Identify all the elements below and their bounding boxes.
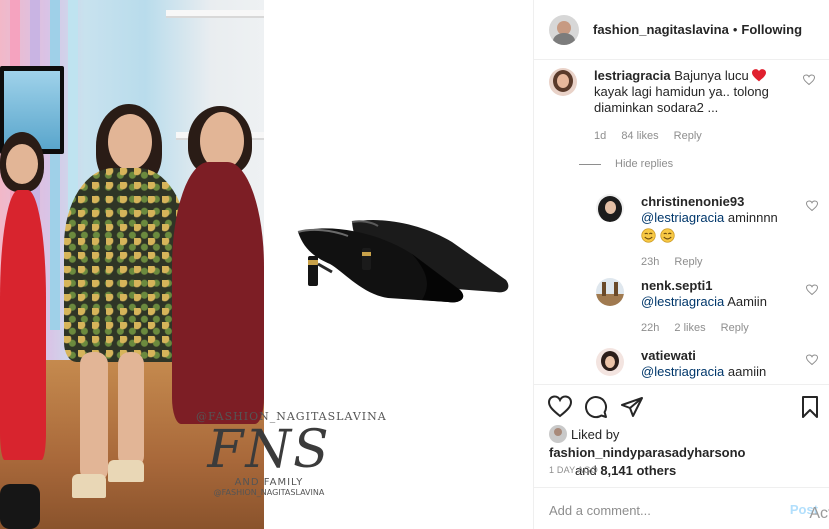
liked-by-others[interactable]: 8,141 others [600,463,676,478]
comment-time: 1d [594,130,607,142]
reply-mention[interactable]: @lestriagracia [641,210,724,225]
black-mule-shoes-image [297,220,509,303]
instagram-post-modal: @FASHION_NAGITASLAVINA FNS AND FAMILY @F… [0,0,829,529]
comment-body: Bajunya lucu [674,68,749,83]
like-comment-heart-icon[interactable] [806,200,818,212]
following-button[interactable]: Following [741,22,802,37]
person-red-dress [0,190,46,460]
fns-watermark: @FASHION_NAGITASLAVINA FNS AND FAMILY @F… [196,410,386,529]
avatar[interactable] [596,278,624,306]
red-heart-icon [752,69,767,82]
reply-meta: 23h Reply [641,256,715,268]
post-timestamp[interactable]: 1 DAY AGO [549,465,598,475]
person-head [6,144,38,184]
person-floral-dress [64,168,188,362]
reply-time: 22h [641,322,660,334]
reply-likes[interactable]: 2 likes [674,322,705,334]
comment-likes[interactable]: 84 likes [621,130,658,142]
comment-meta: 1d 84 likes Reply [594,130,714,142]
heart-icon[interactable] [548,395,572,419]
reply-mention[interactable]: @lestriagracia [641,294,724,309]
reply-time: 23h [641,256,660,268]
reply-username[interactable]: nenk.septi1 [641,278,801,294]
like-comment-heart-icon[interactable] [806,354,818,366]
post-header: fashion_nagitaslavina • Following [534,0,829,60]
person-leg [80,352,108,482]
reply-button[interactable]: Reply [721,322,749,334]
watermark-handle: @FASHION_NAGITASLAVINA [213,488,325,497]
avatar[interactable] [549,425,567,443]
shelf [166,10,264,18]
avatar[interactable] [549,14,579,45]
comment-username[interactable]: lestriagracia [594,68,671,83]
person-leg [118,352,144,468]
like-comment-heart-icon[interactable] [803,74,815,86]
add-comment-input[interactable] [549,502,779,518]
reply-meta: 22h 2 likes Reply [641,322,761,334]
reply-username[interactable]: christinenonie93 [641,194,801,210]
like-comment-heart-icon[interactable] [806,284,818,296]
reply-body: aamiin [727,364,767,379]
reply-item: christinenonie93 @lestriagracia aminnnn … [596,194,818,274]
avatar[interactable] [596,348,624,376]
post-actions: Liked by fashion_nindyparasadyharsono an… [534,384,829,529]
smiling-faces-emoji [641,228,801,247]
black-shoe [0,484,40,529]
reply-username[interactable]: vatiewati [641,348,801,364]
hide-replies-button[interactable]: Hide replies [579,158,673,170]
reply-item: nenk.septi1 @lestriagracia Aamiin 22h 2 … [596,278,818,342]
comment-bar: Post Acti [534,487,829,529]
post-side-panel: fashion_nagitaslavina • Following lestri… [533,0,829,529]
comment-item: lestriagracia Bajunya lucu kayak lagi ha… [549,68,819,158]
reply-item: vatiewati @lestriagracia aamiin [596,348,818,384]
comment-body-continued: kayak lagi hamidun ya.. tolong diaminkan… [594,84,769,115]
header-separator: • [732,22,738,37]
comments-list[interactable]: lestriagracia Bajunya lucu kayak lagi ha… [534,60,829,384]
activate-windows-overlay: Acti [809,505,829,522]
reply-text: christinenonie93 @lestriagracia aminnnn [641,194,801,247]
nude-shoe [72,474,106,498]
hide-replies-label: Hide replies [615,158,674,170]
person-head [108,114,152,170]
reply-body: aminnnn [727,210,778,225]
reply-button[interactable]: Reply [674,130,702,142]
wall-stripe [50,0,60,330]
liked-by-username[interactable]: fashion_nindyparasadyharsono [549,445,746,460]
reply-text: nenk.septi1 @lestriagracia Aamiin [641,278,801,310]
comment-text: lestriagracia Bajunya lucu kayak lagi ha… [594,68,792,116]
reply-body: Aamiin [727,294,767,309]
watermark-logo: FNS [207,420,331,480]
reply-text: vatiewati @lestriagracia aamiin [641,348,801,380]
avatar[interactable] [596,194,624,222]
post-media[interactable]: @FASHION_NAGITASLAVINA FNS AND FAMILY @F… [0,0,533,529]
bookmark-icon[interactable] [798,395,822,419]
reply-mention[interactable]: @lestriagracia [641,364,724,379]
reply-button[interactable]: Reply [674,256,702,268]
person-maroon-dress [172,162,264,424]
header-username[interactable]: fashion_nagitaslavina [593,22,729,37]
comment-icon[interactable] [584,395,608,419]
share-icon[interactable] [620,395,644,419]
nude-shoe [108,460,144,482]
avatar[interactable] [549,68,577,96]
liked-by-prefix: Liked by [571,427,620,442]
